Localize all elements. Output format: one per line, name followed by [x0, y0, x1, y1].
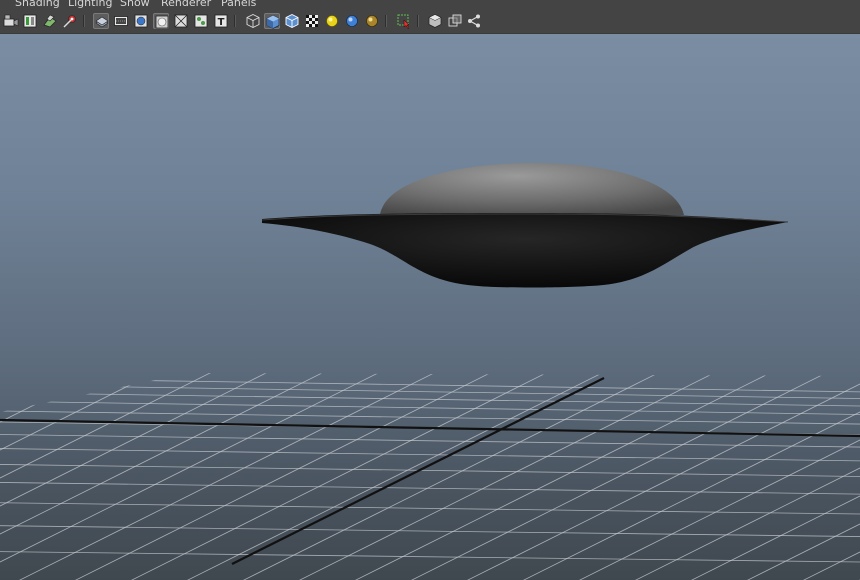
grid-line	[0, 373, 27, 580]
saucer-body	[262, 213, 788, 288]
toolbar-separator	[234, 15, 236, 27]
grid-line	[831, 373, 860, 580]
select-camera-icon[interactable]	[3, 13, 19, 29]
wireframe-on-shaded-icon[interactable]	[284, 13, 300, 29]
toolbar-separator	[417, 15, 419, 27]
grid-line	[719, 373, 860, 580]
toolbar-separator	[385, 15, 387, 27]
bookmarks-icon[interactable]	[42, 13, 58, 29]
gate-mask-icon[interactable]	[153, 13, 169, 29]
grid-line	[0, 373, 419, 580]
safe-action-icon[interactable]	[193, 13, 209, 29]
grid-line	[0, 551, 860, 563]
xray-joints-icon[interactable]	[447, 13, 463, 29]
use-default-light-icon[interactable]	[324, 13, 340, 29]
xray-components-icon[interactable]	[466, 13, 482, 29]
smooth-shade-icon[interactable]	[264, 13, 280, 29]
svg-text:T: T	[218, 17, 225, 28]
ambient-occlusion-icon[interactable]	[364, 13, 380, 29]
menu-panels[interactable]: Panels	[221, 0, 256, 10]
isolate-select-icon[interactable]	[396, 13, 412, 29]
resolution-gate-icon[interactable]	[133, 13, 149, 29]
maya-viewport-panel: Shading Lighting Show Renderer Panels T	[0, 0, 860, 580]
grid-line	[0, 373, 83, 580]
image-plane-icon[interactable]	[62, 13, 78, 29]
panel-toolbar: T	[0, 10, 860, 34]
wireframe-icon[interactable]	[245, 13, 261, 29]
grid-line	[0, 373, 363, 580]
grid-line	[775, 373, 860, 580]
saucer-dome	[380, 163, 684, 215]
film-gate-icon[interactable]	[113, 13, 129, 29]
panel-menu-bar: Shading Lighting Show Renderer Panels	[0, 0, 860, 10]
grid-line	[0, 373, 195, 580]
toolbar-separator	[83, 15, 85, 27]
shadows-icon[interactable]	[344, 13, 360, 29]
grid-line	[0, 373, 251, 580]
menu-show[interactable]: Show	[120, 0, 150, 10]
saucer-model[interactable]	[261, 163, 789, 288]
camera-attributes-icon[interactable]	[22, 13, 38, 29]
grid-line	[0, 433, 860, 448]
field-chart-icon[interactable]	[173, 13, 189, 29]
safe-title-icon[interactable]: T	[213, 13, 229, 29]
grid-line	[0, 392, 860, 407]
textured-icon[interactable]	[304, 13, 320, 29]
3d-viewport[interactable]	[0, 34, 860, 580]
menu-shading[interactable]: Shading	[15, 0, 60, 10]
grid-icon[interactable]	[93, 13, 109, 29]
grid-line	[0, 373, 139, 580]
viewport-scene	[0, 163, 860, 580]
grid-line	[0, 377, 860, 393]
xray-icon[interactable]	[427, 13, 443, 29]
menu-lighting[interactable]: Lighting	[68, 0, 112, 10]
menu-renderer[interactable]: Renderer	[161, 0, 211, 10]
grid-line	[0, 384, 860, 400]
grid-line	[0, 481, 860, 495]
grid-line	[0, 525, 860, 538]
